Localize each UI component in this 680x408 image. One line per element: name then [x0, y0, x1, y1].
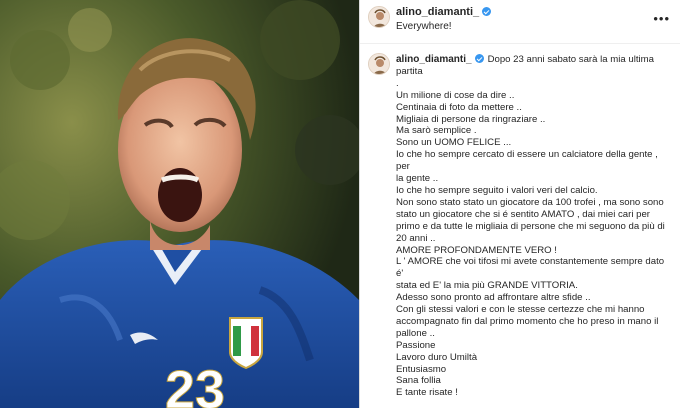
- caption-line: la gente ..: [396, 173, 439, 185]
- caption-line: E tante risate !: [396, 387, 458, 399]
- username[interactable]: alino_diamanti_: [396, 6, 492, 18]
- caption-line: Lavoro duro Umiltà: [396, 351, 478, 363]
- location[interactable]: Everywhere!: [396, 21, 452, 32]
- caption-line: Un milione di cose da dire ..: [396, 89, 515, 101]
- jersey-number: 23: [165, 360, 225, 408]
- caption-line: AMORE PROFONDAMENTE VERO !: [396, 244, 557, 256]
- caption-line: Io che ho sempre seguito i valori veri d…: [396, 184, 598, 196]
- avatar-image: [369, 54, 389, 74]
- caption-line: stato un giocatore che si é sentito AMAT…: [396, 208, 650, 220]
- caption-line: pallone ..: [396, 327, 435, 339]
- caption-line: Entusiasmo: [396, 363, 447, 375]
- caption-line: Migliaia di persone da ringraziare ..: [396, 113, 546, 125]
- post-image[interactable]: 23: [0, 0, 359, 408]
- caption-line: Passione: [396, 339, 436, 351]
- caption-line: 20 anni ..: [396, 232, 436, 244]
- caption-line: Sono un UOMO FELICE ...: [396, 137, 512, 149]
- caption-line: Sana follia: [396, 375, 441, 387]
- caption-username-text[interactable]: alino_diamanti_: [396, 54, 472, 65]
- caption-line: [396, 399, 672, 408]
- caption-line: Io che ho sempre cercato di essere un ca…: [396, 149, 661, 173]
- caption-line: L ' AMORE che voi tifosi mi avete consta…: [396, 256, 667, 280]
- caption-section: alino_diamanti_ Dopo 23 anni sabato sarà …: [360, 45, 680, 408]
- caption-line: Con gli stessi valori e con le stesse ce…: [396, 304, 645, 316]
- post-header: alino_diamanti_ Everywhere! •••: [360, 0, 680, 44]
- caption-text: alino_diamanti_ Dopo 23 anni sabato sarà …: [396, 54, 672, 408]
- username-text[interactable]: alino_diamanti_: [396, 6, 479, 18]
- caption-line: primo e da tutte le migliaia di persone …: [396, 220, 665, 232]
- caption-line: Non sono stato stato un giocatore da 100…: [396, 196, 664, 208]
- caption-line: Ma sarò semplice .: [396, 125, 477, 137]
- caption-line: Centinaia di foto da mettere ..: [396, 101, 522, 113]
- caption-avatar[interactable]: [368, 53, 390, 75]
- verified-badge-icon: [482, 7, 492, 16]
- caption-lines: . Un milione di cose da dire .. Centinaia …: [396, 78, 672, 408]
- post-panel: alino_diamanti_ Everywhere! ••• alino_di…: [360, 0, 680, 408]
- italy-crest-icon: [229, 317, 263, 370]
- avatar[interactable]: [368, 6, 390, 28]
- caption-line: .: [396, 77, 399, 89]
- caption-line: accompagnato fin dal primo momento che h…: [396, 315, 659, 327]
- caption-line: stata ed E' la mia più GRANDE VITTORIA.: [396, 280, 578, 292]
- avatar-image: [369, 7, 389, 27]
- verified-badge-icon: [474, 54, 484, 63]
- caption-line: Adesso sono pronto ad affrontare altre s…: [396, 292, 591, 304]
- more-horizontal-icon[interactable]: •••: [653, 12, 670, 25]
- player-photo: 23: [0, 0, 359, 408]
- caption-username[interactable]: alino_diamanti_: [396, 54, 484, 65]
